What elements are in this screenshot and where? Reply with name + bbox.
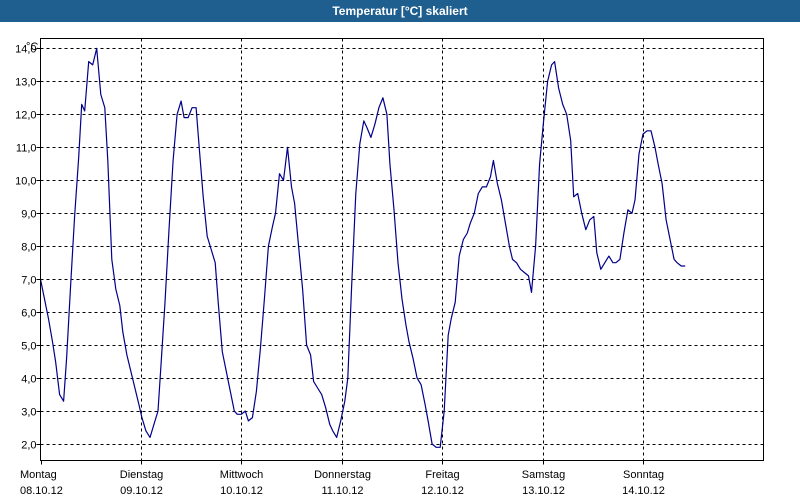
x-tick-day-label: Donnerstag: [314, 469, 371, 481]
grid: [40, 38, 764, 461]
y-tick-label: 12,0: [15, 110, 36, 122]
x-tick-date-label: 14.10.12: [622, 485, 665, 497]
x-tick-day-label: Montag: [20, 469, 57, 481]
x-tick-day-label: Samstag: [522, 469, 565, 481]
y-tick-label: 7,0: [21, 275, 36, 287]
window-title: Temperatur [°C] skaliert: [0, 0, 800, 22]
plot-frame: [40, 38, 764, 461]
y-tick-label: 6,0: [21, 308, 36, 320]
series-group: [39, 47, 686, 448]
x-tick-day-label: Sonntag: [623, 469, 664, 481]
temperature-series-line: [39, 47, 686, 448]
x-axis-ticks: Montag 08.10.12 Dienstag 09.10.12 Mittwoch 10…: [20, 460, 665, 497]
x-tick-date-label: 08.10.12: [20, 485, 63, 497]
x-tick-date-label: 13.10.12: [522, 485, 565, 497]
y-tick-label: 4,0: [21, 374, 36, 386]
x-tick-date-label: 10.10.12: [220, 485, 263, 497]
x-tick-date-label: 09.10.12: [120, 485, 163, 497]
y-tick-label: 3,0: [21, 407, 36, 419]
temperature-chart: 2,0 3,0 4,0 5,0 6,0 7,0 8,0 9,0 10,0 11,0 12,0 13,0…: [15, 38, 764, 497]
x-tick-day-label: Dienstag: [120, 469, 163, 481]
y-axis-ticks: 2,0 3,0 4,0 5,0 6,0 7,0 8,0 9,0 10,0 11,0 12,0 13,0…: [15, 44, 41, 452]
y-tick-label: 2,0: [21, 440, 36, 452]
x-tick-day-label: Freitag: [425, 469, 459, 481]
x-tick-day-label: Mittwoch: [220, 469, 263, 481]
y-tick-label: 5,0: [21, 341, 36, 353]
x-tick-date-label: 11.10.12: [321, 485, 363, 497]
y-tick-label: 11,0: [16, 143, 37, 155]
y-tick-label: 8,0: [21, 242, 36, 254]
y-axis-label: °C: [26, 41, 38, 53]
y-tick-label: 13,0: [15, 77, 36, 89]
y-tick-label: 9,0: [21, 209, 36, 221]
x-tick-date-label: 12.10.12: [421, 485, 464, 497]
y-tick-label: 10,0: [15, 176, 36, 188]
